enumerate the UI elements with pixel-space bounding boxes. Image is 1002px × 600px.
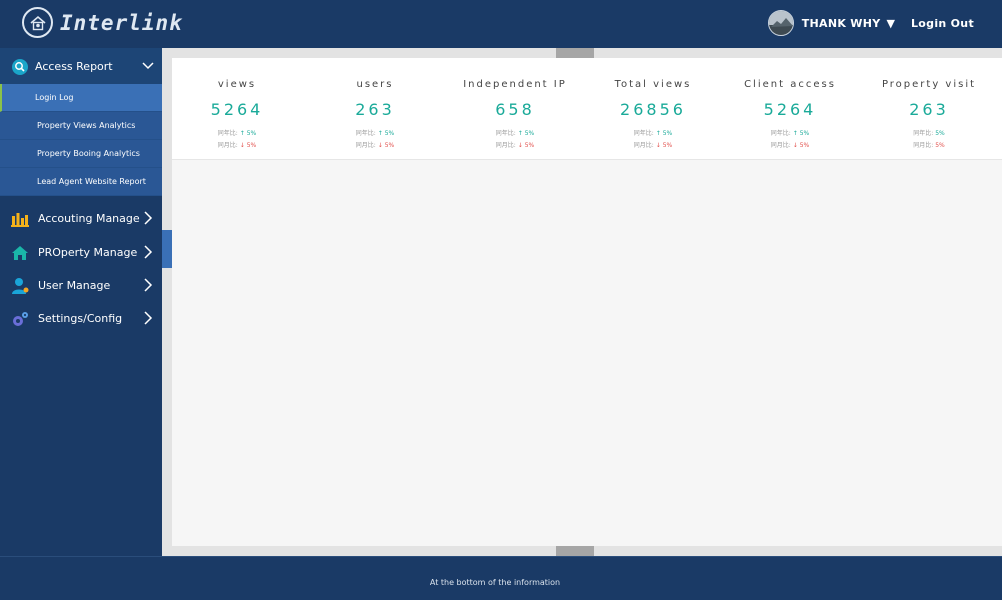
nav-access-report[interactable]: Access Report: [0, 48, 162, 84]
stat-value: 5264: [210, 100, 264, 119]
stat-mom: 同月比: ↓ 5%: [355, 142, 395, 149]
stat-card: Independent IP 658 同年比: ↑ 5% 同月比: ↓ 5%: [448, 58, 582, 160]
sidebar-item-login-log[interactable]: Login Log: [0, 84, 162, 112]
sidebar-item-label: Property Booing Analytics: [37, 149, 140, 158]
nav-label: Access Report: [35, 59, 113, 73]
stat-yoy: 同年比: ↑ 5%: [633, 130, 673, 137]
nav-label: Settings/Config: [38, 311, 123, 325]
arrow-up-icon: ↑: [377, 130, 383, 137]
arrow-up-icon: ↑: [792, 130, 798, 137]
stat-mom: 同月比: ↓ 5%: [770, 142, 810, 149]
user-area: THANK WHY ▼ Login Out: [767, 10, 974, 36]
arrow-down-icon: ↓: [239, 142, 245, 149]
stat-value: 26856: [620, 100, 686, 119]
nav-property-manage[interactable]: PROperty Manage: [0, 234, 162, 270]
scroll-handle-top[interactable]: [556, 48, 594, 58]
arrow-down-icon: ↓: [517, 142, 523, 149]
chevron-right-icon[interactable]: [142, 278, 154, 292]
stat-label: Total views: [614, 79, 692, 90]
stat-yoy: 同年比: ↑ 5%: [770, 130, 810, 137]
logout-button[interactable]: Login Out: [911, 17, 974, 30]
nav-label: User Manage: [38, 278, 111, 292]
arrow-down-icon: ↓: [792, 142, 798, 149]
sidebar-toggle-handle[interactable]: [162, 230, 172, 268]
brand-name: Interlink: [60, 10, 183, 35]
stat-value: 5264: [763, 100, 817, 119]
house-logo-icon: [22, 7, 53, 38]
arrow-up-icon: ↑: [655, 130, 661, 137]
nav-label: PROperty Manage: [38, 245, 138, 259]
stat-label: users: [356, 79, 394, 90]
stat-card: Client access 5264 同年比: ↑ 5% 同月比: ↓ 5%: [724, 58, 856, 160]
caret-down-icon[interactable]: ▼: [887, 17, 895, 30]
stat-card: users 263 同年比: ↑ 5% 同月比: ↓ 5%: [302, 58, 448, 160]
sidebar-item-label: Lead Agent Website Report: [37, 177, 146, 186]
home-icon: [11, 244, 29, 262]
sidebar-item-property-views-analytics[interactable]: Property Views Analytics: [0, 112, 162, 140]
arrow-up-icon: ↑: [239, 130, 245, 137]
scroll-handle-bottom[interactable]: [556, 546, 594, 556]
brand-logo[interactable]: Interlink: [22, 7, 183, 38]
stat-yoy: 同年比: ↑ 5%: [495, 130, 535, 137]
stat-yoy: 同年比: 5%: [913, 130, 945, 137]
chevron-right-icon[interactable]: [142, 311, 154, 325]
chevron-right-icon[interactable]: [142, 211, 154, 225]
main-content: views 5264 同年比: ↑ 5% 同月比: ↓ 5% users 263…: [172, 58, 1002, 546]
stat-label: Independent IP: [463, 79, 567, 90]
arrow-down-icon: ↓: [377, 142, 383, 149]
stat-label: views: [217, 79, 257, 90]
arrow-up-icon: ↑: [517, 130, 523, 137]
username[interactable]: THANK WHY: [802, 17, 881, 30]
top-header: Interlink THANK WHY ▼ Login Out: [0, 0, 1002, 48]
sidebar-item-label: Login Log: [35, 93, 74, 102]
nav-settings-config[interactable]: Settings/Config: [0, 300, 162, 336]
nav-user-manage[interactable]: User Manage: [0, 267, 162, 303]
stat-card: Property visit 263 同年比: 5% 同月比: 5%: [856, 58, 1002, 160]
stat-value: 263: [355, 100, 395, 119]
stat-mom: 同月比: 5%: [913, 142, 945, 149]
chevron-down-icon[interactable]: [142, 59, 154, 73]
sidebar-item-label: Property Views Analytics: [37, 121, 136, 130]
nav-accounting-manage[interactable]: Accouting Manage: [0, 200, 162, 236]
search-icon: [11, 58, 29, 76]
stat-yoy: 同年比: ↑ 5%: [217, 130, 257, 137]
stats-panel: views 5264 同年比: ↑ 5% 同月比: ↓ 5% users 263…: [172, 58, 1002, 160]
stat-mom: 同月比: ↓ 5%: [217, 142, 257, 149]
sidebar-item-lead-agent-website-report[interactable]: Lead Agent Website Report: [0, 168, 162, 196]
avatar[interactable]: [767, 10, 794, 36]
nav-label: Accouting Manage: [38, 211, 140, 225]
page-footer: At the bottom of the information: [0, 556, 1002, 600]
accounting-icon: [11, 210, 29, 228]
sidebar: Access Report Login Log Property Views A…: [0, 48, 162, 556]
stat-value: 658: [495, 100, 535, 119]
stat-value: 263: [909, 100, 949, 119]
user-icon: [11, 277, 29, 295]
footer-text: At the bottom of the information: [429, 578, 561, 587]
chevron-right-icon[interactable]: [142, 245, 154, 259]
stat-label: Property visit: [881, 79, 977, 90]
stat-card: views 5264 同年比: ↑ 5% 同月比: ↓ 5%: [172, 58, 302, 160]
stat-yoy: 同年比: ↑ 5%: [355, 130, 395, 137]
stat-mom: 同月比: ↓ 5%: [495, 142, 535, 149]
stat-label: Client access: [744, 79, 836, 90]
sidebar-item-property-booing-analytics[interactable]: Property Booing Analytics: [0, 140, 162, 168]
stat-mom: 同月比: ↓ 5%: [633, 142, 673, 149]
stat-card: Total views 26856 同年比: ↑ 5% 同月比: ↓ 5%: [582, 58, 724, 160]
arrow-down-icon: ↓: [655, 142, 661, 149]
gear-icon: [11, 310, 29, 328]
